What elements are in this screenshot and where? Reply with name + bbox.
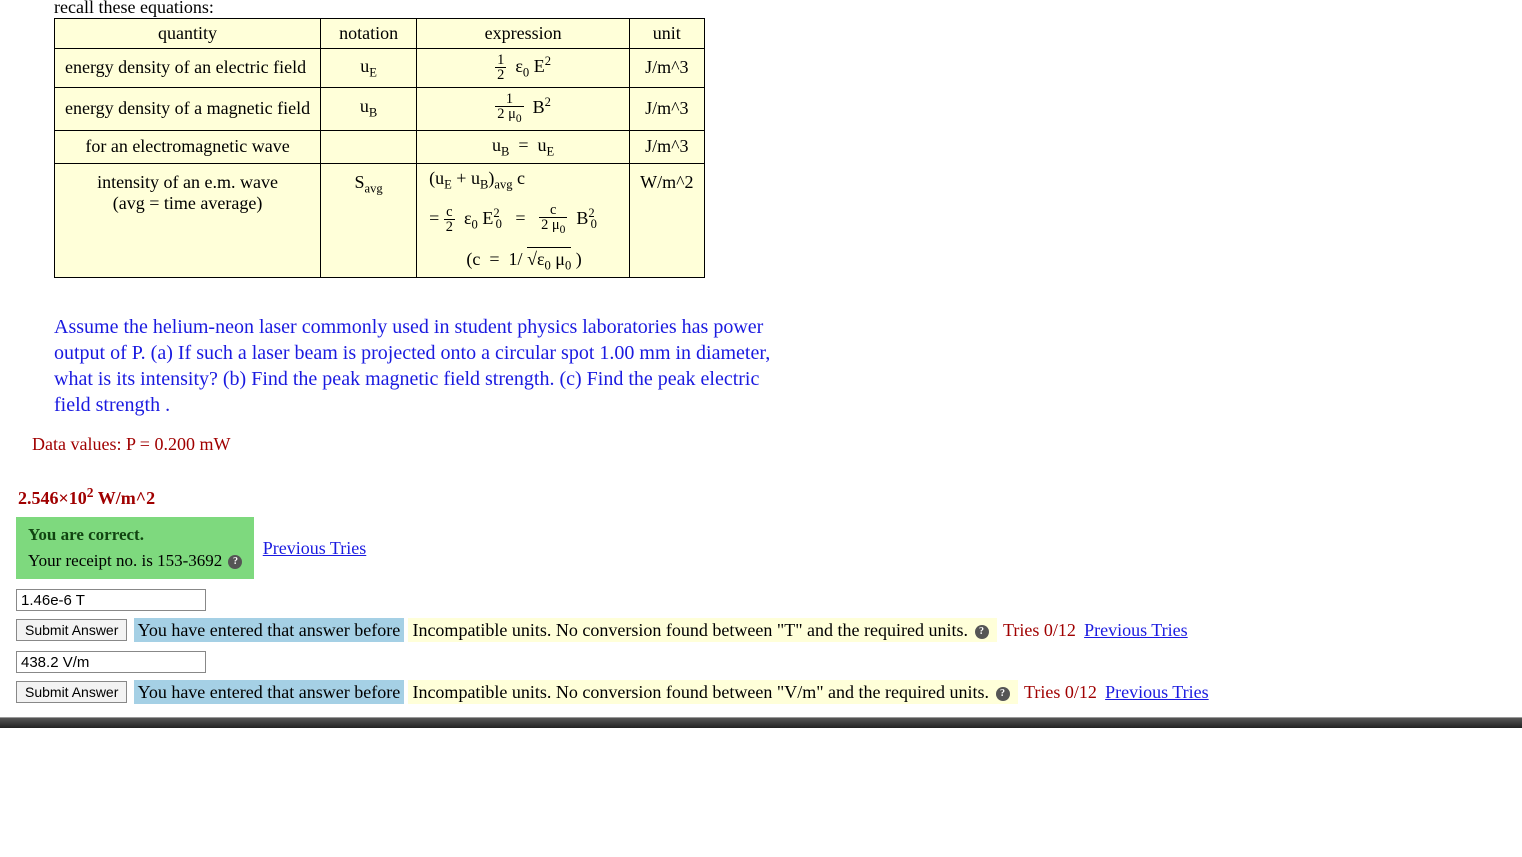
- previous-tries-link[interactable]: Previous Tries: [1105, 682, 1209, 702]
- col-expression: expression: [417, 19, 630, 49]
- unit-cell: J/m^3: [630, 49, 704, 88]
- incompatible-units-msg: Incompatible units. No conversion found …: [408, 618, 997, 642]
- notation-cell: Savg: [321, 164, 417, 278]
- help-icon[interactable]: ?: [975, 625, 989, 639]
- notation-cell: uB: [321, 87, 417, 130]
- table-header-row: quantity notation expression unit: [55, 19, 705, 49]
- submit-button[interactable]: Submit Answer: [16, 619, 127, 641]
- correct-line1: You are correct.: [28, 525, 242, 545]
- part-c-block: Submit Answer You have entered that answ…: [16, 647, 1506, 703]
- table-row: for an electromagnetic wave uB = uE J/m^…: [55, 130, 705, 164]
- tries-counter: Tries 0/12: [1003, 620, 1076, 640]
- notation-cell: uE: [321, 49, 417, 88]
- expression-cell: (uE + uB)avg c = c2 ε0 E20 = c2 μ0 B20 (…: [417, 164, 630, 278]
- unit-cell: W/m^2: [630, 164, 704, 278]
- submit-button[interactable]: Submit Answer: [16, 681, 127, 703]
- help-icon[interactable]: ?: [228, 555, 242, 569]
- answer-input-b[interactable]: [16, 589, 206, 611]
- table-row: energy density of a magnetic field uB 12…: [55, 87, 705, 130]
- correct-feedback-box: You are correct. Your receipt no. is 153…: [16, 517, 254, 579]
- table-row: energy density of an electric field uE 1…: [55, 49, 705, 88]
- part-b-block: Submit Answer You have entered that answ…: [16, 585, 1506, 641]
- entered-before-msg: You have entered that answer before: [134, 680, 405, 704]
- question-text: Assume the helium-neon laser commonly us…: [54, 314, 774, 418]
- answer-input-c[interactable]: [16, 651, 206, 673]
- recall-heading: recall these equations:: [54, 0, 1506, 18]
- col-notation: notation: [321, 19, 417, 49]
- quantity-cell: for an electromagnetic wave: [55, 130, 321, 164]
- col-unit: unit: [630, 19, 704, 49]
- quantity-cell: energy density of a magnetic field: [55, 87, 321, 130]
- col-quantity: quantity: [55, 19, 321, 49]
- footer-bar: [0, 717, 1522, 728]
- previous-tries-link[interactable]: Previous Tries: [263, 538, 367, 558]
- previous-tries-link[interactable]: Previous Tries: [1084, 620, 1188, 640]
- expression-cell: uB = uE: [417, 130, 630, 164]
- expression-cell: 12 ε0 E2: [417, 49, 630, 88]
- quantity-cell: energy density of an electric field: [55, 49, 321, 88]
- tries-counter: Tries 0/12: [1024, 682, 1097, 702]
- part-a-answer: 2.546×102 W/m^2: [18, 485, 1506, 509]
- expression-cell: 12 μ0 B2: [417, 87, 630, 130]
- notation-cell: [321, 130, 417, 164]
- unit-cell: J/m^3: [630, 87, 704, 130]
- receipt-text: Your receipt no. is 153-3692: [28, 551, 222, 570]
- entered-before-msg: You have entered that answer before: [134, 618, 405, 642]
- data-values: Data values: P = 0.200 mW: [32, 434, 1506, 455]
- incompatible-units-msg: Incompatible units. No conversion found …: [408, 680, 1018, 704]
- quantity-cell: intensity of an e.m. wave (avg = time av…: [55, 164, 321, 278]
- unit-cell: J/m^3: [630, 130, 704, 164]
- help-icon[interactable]: ?: [996, 687, 1010, 701]
- table-row: intensity of an e.m. wave (avg = time av…: [55, 164, 705, 278]
- equations-table: quantity notation expression unit energy…: [54, 18, 705, 278]
